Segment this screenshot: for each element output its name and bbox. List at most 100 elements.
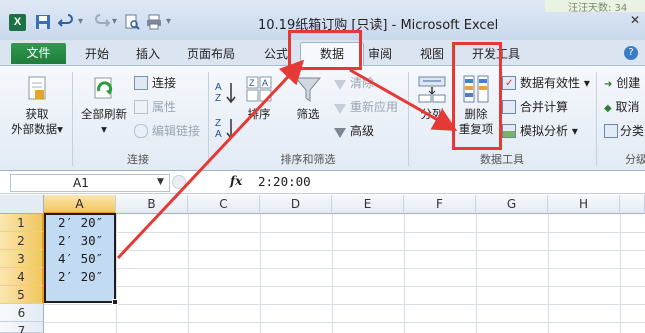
what-if-icon <box>502 124 516 138</box>
cell-a1[interactable]: 2′ 20″ <box>58 214 103 232</box>
formula-bar-resize-handle[interactable] <box>172 175 186 189</box>
edit-links-button[interactable]: 编辑链接 <box>134 122 200 140</box>
cell-a3[interactable]: 4′ 50″ <box>58 250 103 268</box>
undo-dropdown-icon[interactable]: ▾ <box>78 16 83 27</box>
tab-view[interactable]: 视图 <box>418 44 446 66</box>
column-header-g[interactable]: G <box>476 195 548 214</box>
formula-input[interactable]: 2:20:00 <box>258 174 311 189</box>
data-validation-button[interactable]: ✓ 数据有效性 ▾ <box>502 74 590 92</box>
print-icon[interactable] <box>146 14 162 30</box>
tab-home[interactable]: 开始 <box>80 44 114 66</box>
sort-descending-button[interactable]: Z A <box>214 116 240 144</box>
consolidate-button[interactable]: 合并计算 <box>502 98 568 116</box>
row-header-1[interactable]: 1 <box>0 214 44 232</box>
reapply-button[interactable]: 重新应用 <box>334 98 398 116</box>
tab-review[interactable]: 审阅 <box>366 44 394 66</box>
sort-label: 排序 <box>247 107 271 121</box>
column-header-b[interactable]: B <box>116 195 188 214</box>
group-label-data-tools: 数据工具 <box>480 153 524 166</box>
sort-ascending-button[interactable]: A Z <box>214 80 240 108</box>
refresh-icon <box>94 77 113 99</box>
redo-dropdown-icon[interactable]: ▾ <box>112 16 117 27</box>
help-icon[interactable]: ? <box>624 46 638 60</box>
row-header-6[interactable]: 6 <box>0 304 44 322</box>
gridline <box>44 232 645 233</box>
refresh-all-button[interactable]: 全部刷新 ▾ <box>78 74 130 137</box>
properties-button[interactable]: 属性 <box>134 98 176 116</box>
text-to-columns-button[interactable]: 分列 <box>414 74 450 122</box>
row-header-5[interactable]: 5 <box>0 286 44 304</box>
svg-text:A: A <box>262 78 268 88</box>
chevron-down-icon[interactable]: ▼ <box>157 177 164 187</box>
edit-links-icon <box>134 124 148 138</box>
group-divider <box>596 72 597 166</box>
group-label-sort-filter: 排序和筛选 <box>280 153 336 166</box>
select-all-corner[interactable] <box>0 195 44 214</box>
clear-button[interactable]: 清除 <box>334 74 374 92</box>
column-header-c[interactable]: C <box>188 195 260 214</box>
customize-qat-icon[interactable]: ▾ <box>166 16 171 27</box>
column-header-a[interactable]: A <box>44 195 116 214</box>
close-icon[interactable]: ✕ <box>630 13 640 27</box>
excel-logo-icon[interactable]: X <box>9 14 26 31</box>
group-button[interactable]: ➜ 创建 <box>604 74 640 92</box>
filter-funnel-icon <box>294 77 322 102</box>
connections-icon <box>134 76 148 90</box>
get-external-data-line2: 外部数据▾ <box>11 122 63 136</box>
gridline <box>44 268 645 269</box>
connections-button[interactable]: 连接 <box>134 74 176 92</box>
save-icon[interactable] <box>35 14 51 30</box>
ungroup-button[interactable]: ◆ 取消 <box>604 98 640 116</box>
tab-insert[interactable]: 插入 <box>134 44 162 66</box>
annotation-box-remove-duplicates <box>452 42 502 150</box>
gridline <box>44 304 645 305</box>
fill-handle[interactable] <box>112 299 118 305</box>
row-header-7[interactable]: 7 <box>0 322 44 333</box>
tab-page-layout[interactable]: 页面布局 <box>186 44 236 66</box>
row-header-4[interactable]: 4 <box>0 268 44 286</box>
gridline <box>44 322 645 323</box>
row-header-2[interactable]: 2 <box>0 232 44 250</box>
tab-formulas[interactable]: 公式 <box>262 44 290 66</box>
redo-icon[interactable] <box>94 14 110 30</box>
what-if-analysis-button[interactable]: 模拟分析 ▾ <box>502 122 578 140</box>
group-label-connections: 连接 <box>127 153 149 166</box>
ungroup-arrow-icon: ◆ <box>604 103 612 114</box>
text-to-columns-icon <box>418 76 446 103</box>
sort-za-icon: Z A <box>215 118 236 140</box>
group-arrow-icon: ➜ <box>604 79 613 90</box>
print-preview-icon[interactable] <box>124 14 140 30</box>
column-header-h[interactable]: H <box>548 195 620 214</box>
subtotal-button[interactable]: 分类 <box>604 122 644 140</box>
undo-icon[interactable] <box>58 14 74 30</box>
filter-button[interactable]: 筛选 <box>290 74 326 122</box>
svg-text:Z: Z <box>215 118 221 129</box>
tab-file[interactable]: 文件 <box>11 43 66 64</box>
get-external-data-button[interactable]: 获取 外部数据▾ <box>8 74 66 137</box>
column-header-i[interactable] <box>620 195 645 214</box>
clear-filter-icon <box>334 80 346 90</box>
advanced-filter-button[interactable]: 高级 <box>334 122 374 140</box>
refresh-all-label: 全部刷新 <box>81 107 127 121</box>
annotation-box-data-tab <box>288 30 362 70</box>
get-external-data-line1: 获取 <box>25 107 49 121</box>
sort-button[interactable]: Z A 排序 <box>242 74 276 122</box>
consolidate-icon <box>502 100 516 114</box>
cell-a2[interactable]: 2′ 30″ <box>58 232 103 250</box>
ribbon-data: 获取 外部数据▾ 全部刷新 ▾ 连接 属性 编辑链接 连接 A Z Z A Z … <box>0 66 645 171</box>
cell-a4[interactable]: 2′ 20″ <box>58 268 103 286</box>
row-header-3[interactable]: 3 <box>0 250 44 268</box>
svg-text:Z: Z <box>215 93 221 104</box>
column-header-f[interactable]: F <box>404 195 476 214</box>
svg-text:A: A <box>215 82 222 93</box>
filter-label: 筛选 <box>296 107 320 121</box>
svg-text:A: A <box>215 129 222 140</box>
name-box-value: A1 <box>73 176 89 190</box>
name-box[interactable]: A1 ▼ <box>10 174 170 192</box>
properties-icon <box>134 100 148 114</box>
group-divider <box>72 72 73 166</box>
data-validation-icon: ✓ <box>502 76 516 90</box>
insert-function-icon[interactable]: fx <box>230 174 242 188</box>
column-header-e[interactable]: E <box>332 195 404 214</box>
column-header-d[interactable]: D <box>260 195 332 214</box>
